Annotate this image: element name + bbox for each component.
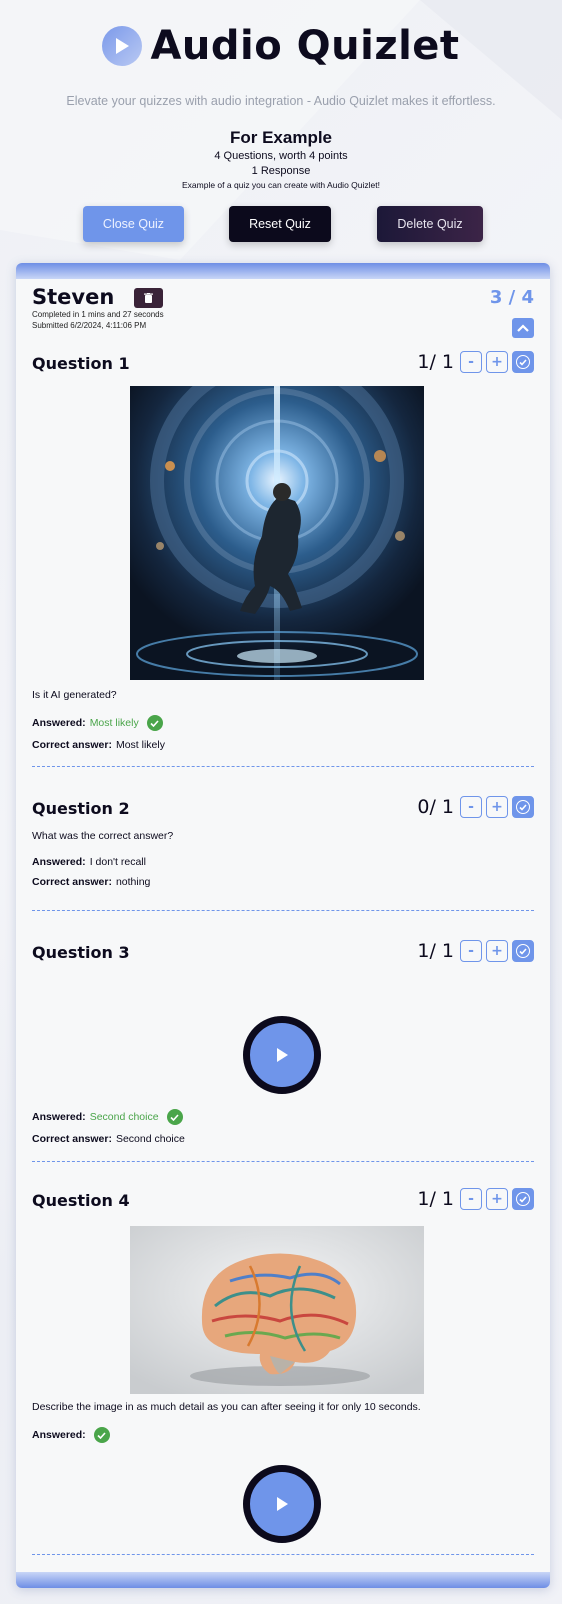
card-bottom-bar [16,1572,550,1588]
decrease-points-button[interactable]: - [460,1188,482,1210]
correct-answer-value: Second choice [115,1133,185,1145]
increase-points-button[interactable]: + [486,940,508,962]
question-1: Question 1 1/ 1 - + [32,351,534,377]
question-1-image [130,386,424,680]
quiz-description: Example of a quiz you can create with Au… [182,180,380,190]
chevron-up-icon [517,324,529,332]
correct-answer-value: nothing [115,876,151,888]
mark-correct-button[interactable] [512,940,534,962]
answered-value: Most likely [89,717,139,729]
decrease-points-button[interactable]: - [460,940,482,962]
response-header: Steven Completed in 1 mins and 27 second… [32,285,534,345]
check-circle-icon [516,800,530,814]
mark-correct-button[interactable] [512,351,534,373]
play-icon [277,1048,288,1062]
check-circle-icon [516,1192,530,1206]
answered-value: Second choice [89,1111,159,1123]
answered-line: Answered: I don't recall [32,856,146,868]
vortex-figure-illustration [130,386,424,680]
check-circle-icon [516,355,530,369]
increase-points-button[interactable]: + [486,1188,508,1210]
correct-check-icon [166,1109,183,1125]
answered-value: I don't recall [89,856,146,868]
mark-correct-button[interactable] [512,796,534,818]
correct-answer-value: Most likely [115,739,165,751]
question-3: Question 3 1/ 1 - + [32,940,534,966]
question-points: 0/ 1 [417,796,454,818]
brain-illustration [130,1226,424,1394]
completion-time: Completed in 1 mins and 27 seconds [32,310,164,319]
delete-response-button[interactable] [134,288,163,308]
card-top-bar [16,263,550,279]
page-header: Audio Quizlet Elevate your quizzes with … [0,0,562,190]
trash-icon [144,293,153,303]
question-points: 1/ 1 [417,1188,454,1210]
reset-quiz-button[interactable]: Reset Quiz [229,206,331,242]
question-divider [32,1554,534,1555]
quiz-response-count: 1 Response [251,165,311,177]
submitted-time: Submitted 6/2/2024, 4:11:06 PM [32,321,147,330]
correct-check-icon [93,1427,110,1443]
answered-line: Answered: Most likely [32,715,534,731]
decrease-points-button[interactable]: - [460,351,482,373]
quiz-title: For Example [229,128,333,147]
increase-points-button[interactable]: + [486,796,508,818]
answered-line: Answered: [32,1427,534,1443]
collapse-button[interactable] [512,318,534,338]
play-audio-button[interactable] [243,1016,321,1094]
question-divider [32,910,534,911]
question-points: 1/ 1 [417,351,454,373]
question-points: 1/ 1 [417,940,454,962]
quiz-actions: Close Quiz Reset Quiz Delete Quiz [0,206,562,242]
response-card: Steven Completed in 1 mins and 27 second… [16,263,550,1588]
respondent-name: Steven [32,285,115,309]
increase-points-button[interactable]: + [486,351,508,373]
correct-answer-line: Correct answer: Second choice [32,1133,185,1145]
quiz-meta: 4 Questions, worth 4 points [214,150,348,162]
question-divider [32,766,534,767]
question-4: Question 4 1/ 1 - + [32,1188,534,1214]
question-2: Question 2 0/ 1 - + What was the correct… [32,796,534,888]
question-text: What was the correct answer? [32,830,174,842]
close-quiz-button[interactable]: Close Quiz [83,206,184,242]
tagline: Elevate your quizzes with audio integrat… [66,94,496,108]
decrease-points-button[interactable]: - [460,796,482,818]
play-icon [277,1497,288,1511]
answered-line: Answered: Second choice [32,1109,534,1125]
play-audio-button[interactable] [243,1465,321,1543]
delete-quiz-button[interactable]: Delete Quiz [377,206,483,242]
brand: Audio Quizlet [0,22,562,70]
correct-answer-line: Correct answer: Most likely [32,739,165,751]
correct-check-icon [146,715,163,731]
correct-answer-line: Correct answer: nothing [32,876,151,888]
app-title: Audio Quizlet [150,23,460,69]
question-divider [32,1161,534,1162]
play-logo-icon [102,26,143,66]
response-score: 3 / 4 [489,287,534,308]
question-text: Describe the image in as much detail as … [32,1401,421,1413]
mark-correct-button[interactable] [512,1188,534,1210]
check-circle-icon [516,944,530,958]
question-4-image [130,1226,424,1394]
question-text: Is it AI generated? [32,689,117,701]
